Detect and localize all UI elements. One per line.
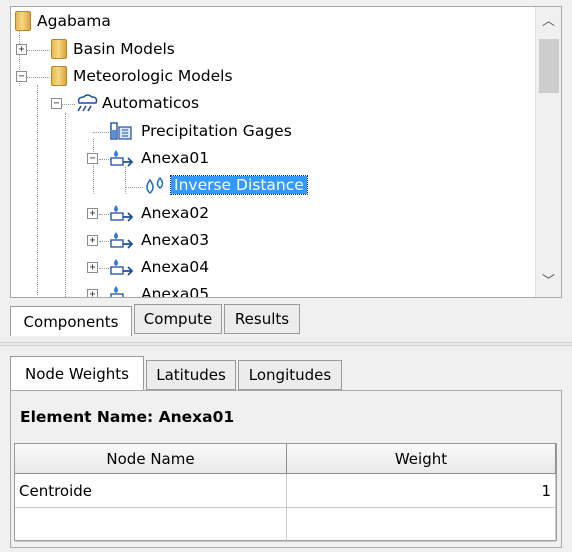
tree-connector bbox=[26, 50, 52, 51]
column-header-node-name[interactable]: Node Name bbox=[15, 444, 287, 474]
subbasin-icon bbox=[110, 286, 124, 297]
plus-icon[interactable]: + bbox=[87, 235, 98, 246]
tree-item-inverse-distance[interactable]: Inverse Distance bbox=[170, 175, 308, 195]
folder-icon bbox=[15, 11, 31, 31]
subbasin-icon bbox=[110, 232, 134, 249]
precipitation-gage-icon bbox=[110, 122, 132, 140]
water-drops-icon bbox=[146, 176, 164, 194]
scroll-down-icon[interactable]: ﹀ bbox=[536, 269, 561, 295]
component-tree[interactable]: Agabama + Basin Models − Meteorologic Mo… bbox=[10, 6, 562, 298]
plus-icon[interactable]: + bbox=[87, 208, 98, 219]
tab-results[interactable]: Results bbox=[224, 304, 300, 334]
tree-item-basin-models[interactable]: Basin Models bbox=[73, 40, 175, 58]
plus-icon[interactable]: + bbox=[87, 289, 98, 297]
tree-item-anexa04[interactable]: Anexa04 bbox=[141, 258, 209, 276]
weather-icon bbox=[77, 94, 98, 112]
tab-longitudes[interactable]: Longitudes bbox=[238, 360, 342, 390]
column-header-weight[interactable]: Weight bbox=[287, 444, 556, 474]
folder-icon bbox=[51, 39, 67, 59]
scroll-up-icon[interactable]: ︿ bbox=[536, 9, 561, 35]
plus-icon[interactable]: + bbox=[16, 44, 27, 55]
minus-icon[interactable]: − bbox=[87, 153, 98, 164]
tree-connector bbox=[65, 113, 66, 297]
subbasin-icon bbox=[110, 205, 134, 222]
subbasin-icon bbox=[110, 259, 134, 276]
tree-item-anexa05[interactable]: Anexa05 bbox=[141, 285, 209, 297]
tree-connector bbox=[37, 85, 38, 295]
tree-item-agabama[interactable]: Agabama bbox=[37, 12, 111, 30]
splitter[interactable] bbox=[0, 342, 572, 346]
subbasin-icon bbox=[110, 150, 134, 167]
tree-connector bbox=[93, 139, 94, 194]
tree-item-precipitation-gages[interactable]: Precipitation Gages bbox=[141, 122, 292, 140]
node-weights-table[interactable]: Node Name Weight Centroide 1 bbox=[14, 443, 557, 542]
cell-node-name[interactable]: Centroide bbox=[15, 474, 287, 508]
element-name-label: Element Name: Anexa01 bbox=[20, 408, 235, 426]
tab-components[interactable]: Components bbox=[10, 306, 132, 336]
tab-latitudes[interactable]: Latitudes bbox=[146, 360, 236, 390]
tree-connector bbox=[125, 167, 126, 194]
tree-connector bbox=[125, 187, 143, 188]
minus-icon[interactable]: − bbox=[16, 71, 27, 82]
cell-node-name-empty[interactable] bbox=[15, 508, 287, 542]
cell-weight[interactable]: 1 bbox=[287, 474, 556, 508]
scrollbar-thumb[interactable] bbox=[539, 39, 559, 93]
tree-item-meteorologic-models[interactable]: Meteorologic Models bbox=[73, 67, 233, 85]
tree-item-anexa01[interactable]: Anexa01 bbox=[141, 149, 209, 167]
tree-scrollbar[interactable]: ︿ ﹀ bbox=[535, 7, 561, 297]
tree-connector bbox=[26, 77, 52, 78]
plus-icon[interactable]: + bbox=[87, 262, 98, 273]
cell-weight-empty[interactable] bbox=[287, 508, 556, 542]
tree-item-anexa02[interactable]: Anexa02 bbox=[141, 204, 209, 222]
minus-icon[interactable]: − bbox=[51, 98, 62, 109]
folder-icon bbox=[51, 66, 67, 86]
tab-compute[interactable]: Compute bbox=[134, 304, 222, 334]
tree-item-automaticos[interactable]: Automaticos bbox=[102, 94, 199, 112]
tab-node-weights[interactable]: Node Weights bbox=[10, 356, 144, 390]
tree-item-anexa03[interactable]: Anexa03 bbox=[141, 231, 209, 249]
